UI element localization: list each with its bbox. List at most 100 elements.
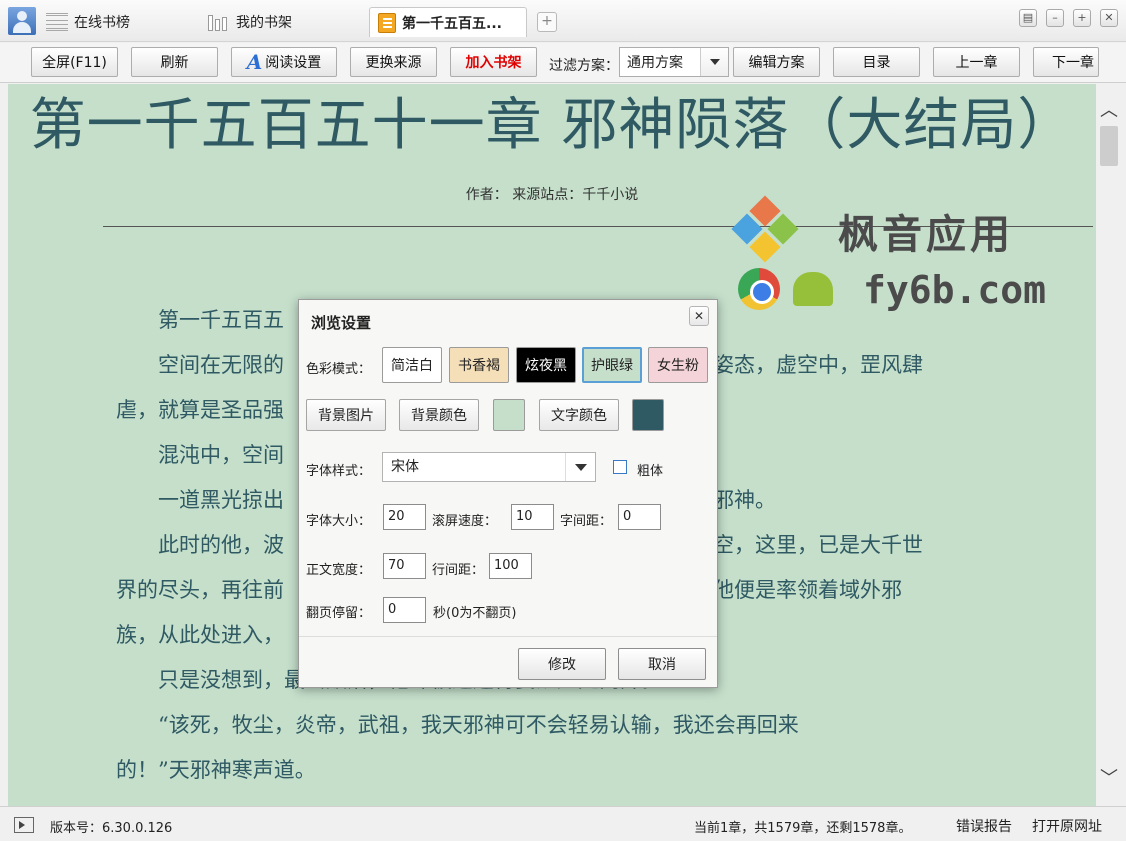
mode-eye-green-button[interactable]: 护眼绿	[582, 347, 642, 383]
paragraph: 他便是率领着域外邪	[713, 578, 902, 602]
menu-button[interactable]: ▤	[1019, 9, 1037, 27]
cancel-button[interactable]: 取消	[618, 648, 706, 680]
paragraph: 第一千五百五	[158, 308, 284, 332]
bold-checkbox[interactable]	[613, 460, 627, 474]
watermark-brand: 枫音应用	[838, 212, 1014, 258]
reading-settings-button[interactable]: A 阅读设置	[231, 47, 337, 77]
tab-label: 第一千五百五...	[402, 15, 502, 32]
page-pause-input[interactable]: 0	[383, 597, 426, 623]
font-style-select[interactable]: 宋体	[382, 452, 596, 482]
chevron-down-icon[interactable]	[700, 48, 728, 76]
bold-label: 粗体	[637, 464, 664, 479]
paragraph: 姿态，虚空中，罡风肆	[713, 353, 923, 377]
dialog-title: 浏览设置	[311, 314, 372, 332]
background-color-swatch[interactable]	[493, 399, 525, 431]
line-spacing-label: 行间距：	[432, 563, 485, 578]
tab-current-chapter[interactable]: 第一千五百五...	[369, 7, 527, 37]
windows-logo-icon	[731, 195, 799, 263]
paragraph: 混沌中，空间	[158, 443, 284, 467]
paragraph: 族，从此处进入，	[116, 623, 284, 647]
mode-girl-pink-button[interactable]: 女生粉	[648, 347, 708, 383]
mode-book-brown-button[interactable]: 书香褐	[449, 347, 509, 383]
edit-scheme-button[interactable]: 编辑方案	[733, 47, 820, 77]
next-chapter-button[interactable]: 下一章	[1033, 47, 1099, 77]
minimize-button[interactable]: –	[1046, 9, 1064, 27]
filter-scheme-select[interactable]: 通用方案	[619, 47, 729, 77]
chapter-title: 第一千五百五十一章 邪神陨落（大结局）	[29, 93, 1075, 158]
vertical-scrollbar[interactable]: ︿ ﹀	[1096, 84, 1122, 806]
change-source-button[interactable]: 更换来源	[350, 47, 437, 77]
add-to-shelf-button[interactable]: 加入书架	[450, 47, 537, 77]
mode-simple-white-button[interactable]: 简洁白	[382, 347, 442, 383]
background-image-button[interactable]: 背景图片	[306, 399, 386, 431]
save-button[interactable]: 修改	[518, 648, 606, 680]
body-width-input[interactable]: 70	[383, 553, 426, 579]
scroll-speed-label: 滚屏速度：	[432, 514, 498, 529]
paragraph: 空，这里，已是大千世	[713, 533, 923, 557]
tab-online-rankings[interactable]: 在线书榜	[46, 8, 130, 36]
filter-scheme-value: 通用方案	[627, 55, 683, 71]
toolbar: 全屏(F11) 刷新 A 阅读设置 更换来源 加入书架 过滤方案： 通用方案 编…	[0, 43, 1126, 83]
status-bar: 版本号：6.30.0.126 当前1章，共1579章，还剩1578章。 错误报告…	[0, 806, 1126, 841]
font-a-icon: A	[246, 50, 263, 74]
line-spacing-input[interactable]: 100	[489, 553, 532, 579]
filter-label: 过滤方案：	[549, 58, 619, 74]
font-style-label: 字体样式：	[306, 464, 372, 479]
letter-spacing-input[interactable]: 0	[618, 504, 661, 530]
paragraph: 界的尽头，再往前	[116, 578, 284, 602]
scrollbar-thumb[interactable]	[1100, 126, 1118, 166]
tab-my-bookshelf[interactable]: 我的书架	[208, 8, 292, 36]
user-avatar-icon[interactable]	[8, 7, 36, 35]
chapter-progress: 当前1章，共1579章，还剩1578章。	[694, 821, 912, 836]
watermark: 枫音应用 fy6b.com	[731, 195, 1088, 322]
bookshelf-icon	[208, 13, 230, 31]
paragraph: 一道黑光掠出	[158, 488, 284, 512]
book-icon	[378, 12, 396, 33]
page-pause-hint: 秒(0为不翻页)	[433, 606, 517, 621]
font-size-label: 字体大小：	[306, 514, 372, 529]
chapter-meta: 作者： 来源站点：千千小说	[465, 187, 639, 203]
chevron-up-icon[interactable]: ︿	[1096, 98, 1122, 124]
maximize-button[interactable]: +	[1073, 9, 1091, 27]
error-report-link[interactable]: 错误报告	[956, 816, 1012, 836]
watermark-url: fy6b.com	[863, 268, 1047, 312]
list-icon	[46, 13, 68, 31]
tab-label: 在线书榜	[74, 15, 130, 31]
android-icon	[793, 272, 833, 306]
browse-settings-dialog: 浏览设置 ✕ 色彩模式： 简洁白 书香褐 炫夜黑 护眼绿 女生粉 背景图片 背景…	[298, 299, 718, 688]
text-color-button[interactable]: 文字颜色	[539, 399, 619, 431]
paragraph: 的！”天邪神寒声道。	[116, 758, 316, 782]
page-pause-label: 翻页停留：	[306, 606, 372, 621]
tab-label: 我的书架	[236, 15, 292, 31]
fullscreen-button[interactable]: 全屏(F11)	[31, 47, 118, 77]
color-mode-label: 色彩模式：	[306, 362, 372, 377]
open-source-url-link[interactable]: 打开原网址	[1032, 816, 1102, 836]
body-width-label: 正文宽度：	[306, 563, 372, 578]
paragraph: 邪神。	[713, 488, 776, 512]
reading-settings-label: 阅读设置	[265, 55, 322, 71]
dialog-divider	[299, 636, 717, 637]
version-label: 版本号：6.30.0.126	[50, 821, 173, 836]
background-color-button[interactable]: 背景颜色	[399, 399, 479, 431]
refresh-button[interactable]: 刷新	[131, 47, 218, 77]
text-color-swatch[interactable]	[632, 399, 664, 431]
font-style-value: 宋体	[391, 459, 419, 475]
chevron-down-icon[interactable]: ﹀	[1096, 766, 1122, 792]
paragraph: “该死，牧尘，炎帝，武祖，我天邪神可不会轻易认输，我还会再回来	[158, 713, 799, 737]
sidebar-toggle-icon[interactable]	[14, 817, 34, 833]
paragraph: 虐，就算是圣品强	[116, 398, 284, 422]
prev-chapter-button[interactable]: 上一章	[933, 47, 1020, 77]
paragraph: 此时的他，波	[158, 533, 284, 557]
close-window-button[interactable]: ✕	[1100, 9, 1118, 27]
close-icon[interactable]: ✕	[689, 306, 709, 326]
mode-night-black-button[interactable]: 炫夜黑	[516, 347, 576, 383]
letter-spacing-label: 字间距：	[560, 514, 613, 529]
chevron-down-icon[interactable]	[565, 453, 595, 481]
title-bar: 在线书榜 我的书架 第一千五百五... + ▤ – + ✕	[0, 0, 1126, 42]
scroll-speed-input[interactable]: 10	[511, 504, 554, 530]
new-tab-button[interactable]: +	[537, 12, 557, 32]
font-size-input[interactable]: 20	[383, 504, 426, 530]
chrome-icon	[738, 268, 780, 310]
paragraph: 空间在无限的	[158, 353, 284, 377]
toc-button[interactable]: 目录	[833, 47, 920, 77]
